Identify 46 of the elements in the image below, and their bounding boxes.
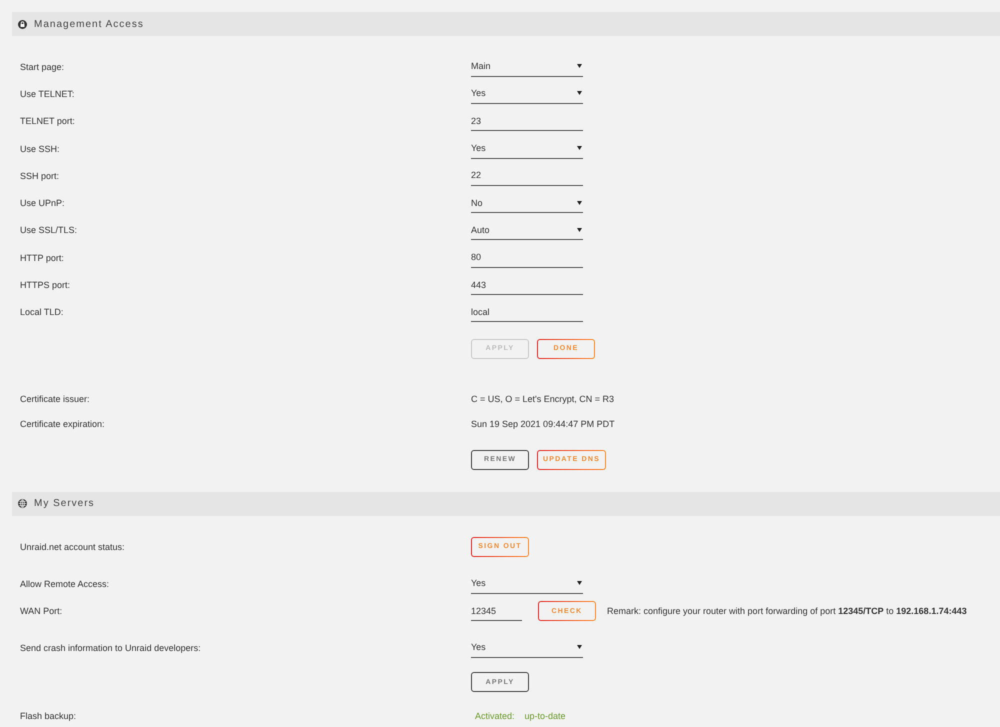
text-field[interactable]: 443 — [471, 275, 583, 296]
value-text: Sun 19 Sep 2021 09:44:47 PM PDT — [471, 419, 615, 430]
caret-icon — [577, 146, 582, 150]
dropdown[interactable]: Yes — [471, 574, 583, 594]
caret-icon — [577, 581, 582, 586]
dropdown[interactable]: Yes — [471, 638, 583, 658]
field-label: SSH port: — [20, 170, 60, 181]
port-field[interactable]: 12345 — [471, 601, 522, 622]
text-field[interactable]: 23 — [471, 111, 583, 132]
field-label: Local TLD: — [20, 307, 64, 318]
caret-icon — [577, 228, 582, 232]
field-label: HTTP port: — [20, 252, 65, 263]
caret-icon — [577, 645, 582, 649]
field-label: Certificate expiration: — [20, 419, 106, 430]
field-label: TELNET port: — [20, 116, 76, 126]
lock-icon — [18, 20, 27, 28]
caret-icon — [577, 91, 582, 96]
field-label: Use SSL/TLS: — [20, 225, 78, 236]
section-title: Management Access — [34, 18, 144, 30]
value-text: C = US, O = Let's Encrypt, CN = R3 — [471, 394, 614, 404]
field-label: Use SSH: — [20, 144, 61, 154]
remark-text: Remark: configure your router with port forwarding of port 12345/TCP to 192.168.1.74:443 — [607, 606, 967, 616]
field-label: Certificate issuer: — [20, 394, 91, 404]
text-field[interactable]: 22 — [471, 166, 583, 186]
dropdown[interactable]: Yes — [471, 84, 583, 104]
dropdown[interactable]: Auto — [471, 220, 583, 240]
status-detail: up-to-date — [524, 711, 566, 722]
field-label: Allow Remote Access: — [20, 578, 110, 589]
field-label: WAN Port: — [20, 606, 64, 616]
caret-icon — [577, 64, 582, 68]
section-title: My Servers — [34, 498, 95, 510]
text-field[interactable]: local — [471, 302, 583, 322]
field-label: Start page: — [20, 62, 66, 72]
globe-icon — [18, 499, 27, 508]
field-label: Send crash information to Unraid developers: — [20, 642, 202, 652]
field-label: Unraid.net account status: — [20, 542, 126, 552]
dropdown[interactable]: No — [471, 193, 583, 214]
caret-icon — [577, 200, 582, 205]
field-label: Use UPnP: — [20, 198, 66, 208]
dropdown[interactable]: Yes — [471, 138, 583, 159]
dropdown[interactable]: Main — [471, 56, 583, 77]
field-label: Flash backup: — [20, 711, 78, 722]
text-field[interactable]: 80 — [471, 248, 583, 268]
field-label: HTTPS port: — [20, 280, 72, 290]
field-label: Use TELNET: — [20, 88, 76, 99]
status-text: Activated: — [475, 711, 515, 722]
